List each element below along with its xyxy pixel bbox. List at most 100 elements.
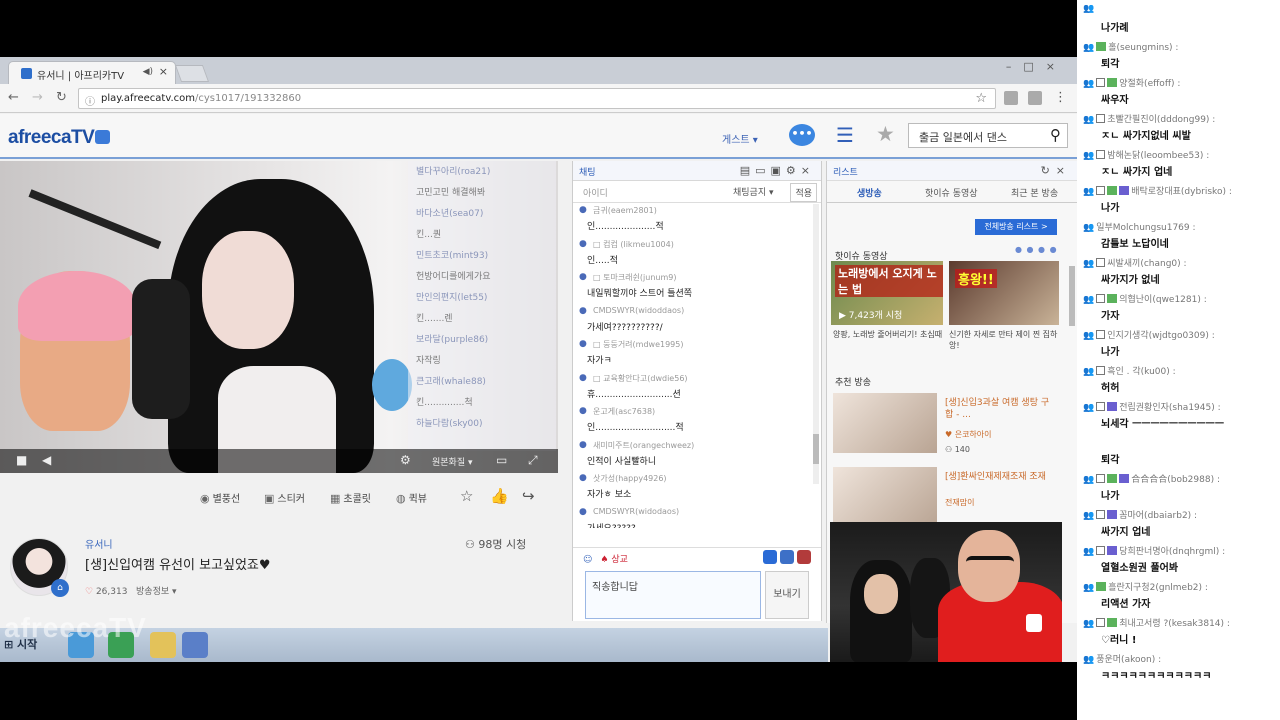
full-list-button[interactable]: 전체방송 리스트 > bbox=[975, 219, 1057, 235]
chat-nick[interactable]: CMDSWYR(widoddaos) bbox=[593, 306, 684, 315]
colon: : bbox=[1174, 79, 1181, 89]
chat-option-icon[interactable] bbox=[780, 550, 794, 564]
quality-select[interactable]: 원본화질 ▾ bbox=[432, 455, 473, 468]
streamer-name[interactable]: 유서니 bbox=[85, 536, 113, 551]
chat-message[interactable]: ● 새미미주트(orangechweez) 인적이 사실빨하니 bbox=[579, 438, 821, 472]
chat-option-icon[interactable] bbox=[797, 550, 811, 564]
chat-input[interactable]: 직송합니답 bbox=[585, 571, 761, 619]
recommended-streamer[interactable]: ♥ 은코하아이 bbox=[945, 429, 992, 440]
hot-video-title[interactable]: 양팡, 노래방 줄어버리기! 초심때 bbox=[833, 329, 945, 340]
recommended-title[interactable]: [생]환싸인재제재조재 조재 bbox=[945, 471, 1057, 483]
new-tab-button[interactable] bbox=[174, 65, 210, 82]
hot-video-thumbnail[interactable]: 노래방에서 오지게 노는 법 ▶ 7,423개 시청 bbox=[831, 261, 943, 325]
chat-nick[interactable]: 삿가성(happy4926) bbox=[593, 473, 667, 484]
chat-option-icon[interactable] bbox=[763, 550, 777, 564]
chat-message[interactable]: ● 운고게(asc7638) 인..........................… bbox=[579, 404, 821, 438]
tab-close-icon[interactable]: × bbox=[159, 65, 168, 78]
stop-icon[interactable]: ■ bbox=[16, 453, 27, 467]
list-scrollbar[interactable] bbox=[1069, 266, 1075, 326]
theater-mode-icon[interactable]: ▭ bbox=[496, 453, 507, 467]
chat-message[interactable]: ● □ 교육황안다고(dwdie56) 휴.....................… bbox=[579, 371, 821, 405]
emoticon-icon[interactable]: ☺ bbox=[583, 555, 592, 565]
volume-icon[interactable]: ◀ bbox=[42, 453, 51, 467]
forward-icon[interactable]: → bbox=[32, 90, 43, 105]
chat-message[interactable]: ● CMDSWYR(widodaos) 가세요????? bbox=[579, 505, 821, 529]
chat-text: 인.....................적 bbox=[587, 222, 664, 232]
extension-icon[interactable] bbox=[1004, 91, 1018, 105]
tab-hot-video[interactable]: 핫이슈 동영상 bbox=[925, 186, 978, 199]
back-icon[interactable]: ← bbox=[8, 90, 19, 105]
id-input[interactable]: 아이디 bbox=[583, 189, 608, 199]
chat-nick[interactable]: □ 둥둥거려(mdwe1995) bbox=[593, 339, 683, 350]
chat-message[interactable]: ● CMDSWYR(widoddaos) 가세여??????????/ bbox=[579, 304, 821, 338]
chocolate-button[interactable]: ▦ 초콜릿 bbox=[330, 490, 371, 505]
home-icon[interactable]: ⌂ bbox=[51, 579, 69, 597]
recommended-title[interactable]: [생]신입3과살 여캠 생탕 구합 - ... bbox=[945, 397, 1057, 421]
external-chat-username: 씨발새끼(chang0) bbox=[1107, 259, 1181, 269]
external-chat-message: 👥 흘란지구청2(gnlmeb2) : 리액션 가자 bbox=[1077, 576, 1280, 612]
chat-nick[interactable]: □ 토마크래쉰(junum9) bbox=[593, 272, 676, 283]
subscriber-badge-icon bbox=[1096, 42, 1107, 51]
afreeca-logo[interactable]: afreecaTV bbox=[8, 127, 111, 149]
recommended-thumbnail[interactable] bbox=[833, 393, 937, 453]
share-icon[interactable]: ↪ bbox=[522, 487, 535, 505]
hamburger-menu-icon[interactable]: ☰ bbox=[836, 123, 854, 147]
chat-message[interactable]: ● 금귀(eaem2801) 인.....................적 bbox=[579, 203, 821, 237]
heart-icon: ♡ bbox=[85, 587, 96, 597]
chat-scrollbar[interactable] bbox=[813, 204, 819, 484]
chat-message[interactable]: ● □ 컴컴 (likmeu1004) 인.....적 bbox=[579, 237, 821, 271]
chat-nick[interactable]: 새미미주트(orangechweez) bbox=[593, 440, 694, 451]
chat-nick[interactable]: □ 교육황안다고(dwdie56) bbox=[593, 373, 688, 384]
ban-select[interactable]: 채팅금지 ▾ bbox=[733, 185, 774, 198]
chat-nick[interactable]: □ 컴컴 (likmeu1004) bbox=[593, 239, 674, 250]
guest-menu[interactable]: 게스트 ▾ bbox=[722, 131, 758, 146]
recommended-viewers: ⚇ 140 bbox=[945, 445, 970, 454]
browser-tab[interactable]: 유서니 | 아프리카TV ◀) × bbox=[8, 61, 176, 84]
fullscreen-icon[interactable]: ⤢ bbox=[528, 453, 538, 468]
settings-gear-icon[interactable]: ⚙ bbox=[400, 453, 411, 467]
info-icon[interactable]: ⓘ bbox=[85, 93, 95, 108]
apply-button[interactable]: 적용 bbox=[790, 183, 817, 202]
recommend-thumb-icon[interactable]: 👍 bbox=[490, 487, 509, 505]
chat-nick[interactable]: 운고게(asc7638) bbox=[593, 406, 655, 417]
carousel-dots[interactable]: ● ● ● ● bbox=[1015, 245, 1058, 254]
speaker-icon[interactable]: ◀) bbox=[143, 67, 153, 77]
reload-icon[interactable]: ↻ bbox=[56, 90, 67, 105]
chat-tools[interactable]: ▤▭▣⚙× bbox=[740, 164, 815, 177]
recommended-thumbnail[interactable] bbox=[833, 467, 937, 527]
send-button[interactable]: 보내기 bbox=[765, 571, 809, 619]
chat-nick[interactable]: 금귀(eaem2801) bbox=[593, 205, 657, 216]
list-tools[interactable]: ↻× bbox=[1041, 164, 1071, 177]
tab-live[interactable]: 생방송 bbox=[857, 186, 882, 199]
tab-recent[interactable]: 최근 본 방송 bbox=[1011, 186, 1058, 199]
quickview-button[interactable]: ◍ 퀵뷰 bbox=[396, 490, 427, 505]
video-player[interactable]: 별다꾸아리(roa21) 고민고민 해결해봐 바다소년(sea07) 킨...퀀 민트초… bbox=[0, 161, 558, 473]
site-search-input[interactable]: 출금 일본에서 댄스 ⚲ bbox=[908, 123, 1068, 148]
user-group-icon: 👥 bbox=[1083, 331, 1095, 341]
search-icon[interactable]: ⚲ bbox=[1050, 126, 1061, 144]
hot-video-thumbnail[interactable]: 흥왕!! bbox=[949, 261, 1059, 325]
messages-icon[interactable]: ••• bbox=[789, 124, 815, 146]
window-controls[interactable]: –□× bbox=[1006, 60, 1067, 73]
menu-kebab-icon[interactable]: ⋮ bbox=[1054, 90, 1067, 105]
favorite-star-icon[interactable]: ★ bbox=[876, 122, 895, 146]
extension-icon[interactable] bbox=[1028, 91, 1042, 105]
recommended-streamer[interactable]: 전재맘이 bbox=[945, 497, 974, 508]
app-icon[interactable] bbox=[182, 632, 208, 658]
favorite-icon[interactable]: ☆ bbox=[460, 487, 473, 505]
chat-message[interactable]: ● 삿가성(happy4926) 자가ㅎ 보소 bbox=[579, 471, 821, 505]
gift-icon[interactable]: ♠ bbox=[600, 555, 611, 565]
address-bar[interactable]: ⓘ play.afreecatv.com/cys1017/191332860 ☆ bbox=[78, 88, 996, 109]
chat-nick[interactable]: CMDSWYR(widodaos) bbox=[593, 507, 679, 516]
chat-scroll-thumb[interactable] bbox=[813, 434, 819, 464]
streamer-avatar[interactable]: ⌂ bbox=[10, 538, 69, 597]
hot-video-title[interactable]: 신기한 자세로 만타 제이 찐 집하앙! bbox=[949, 329, 1059, 351]
chat-message[interactable]: ● □ 둥둥거려(mdwe1995) 자가ㅋ bbox=[579, 337, 821, 371]
folder-icon[interactable] bbox=[150, 632, 176, 658]
broadcast-info-toggle[interactable]: 방송정보 ▾ bbox=[136, 587, 177, 597]
sticker-button[interactable]: ▣ 스티커 bbox=[264, 490, 305, 505]
gift-label[interactable]: 상교 bbox=[611, 555, 628, 565]
chat-message[interactable]: ● □ 토마크래쉰(junum9) 내일뭐할끼야 스트어 틀션쪽 bbox=[579, 270, 821, 304]
star-balloon-button[interactable]: ◉ 별풍선 bbox=[200, 490, 240, 505]
bookmark-star-icon[interactable]: ☆ bbox=[975, 91, 987, 106]
